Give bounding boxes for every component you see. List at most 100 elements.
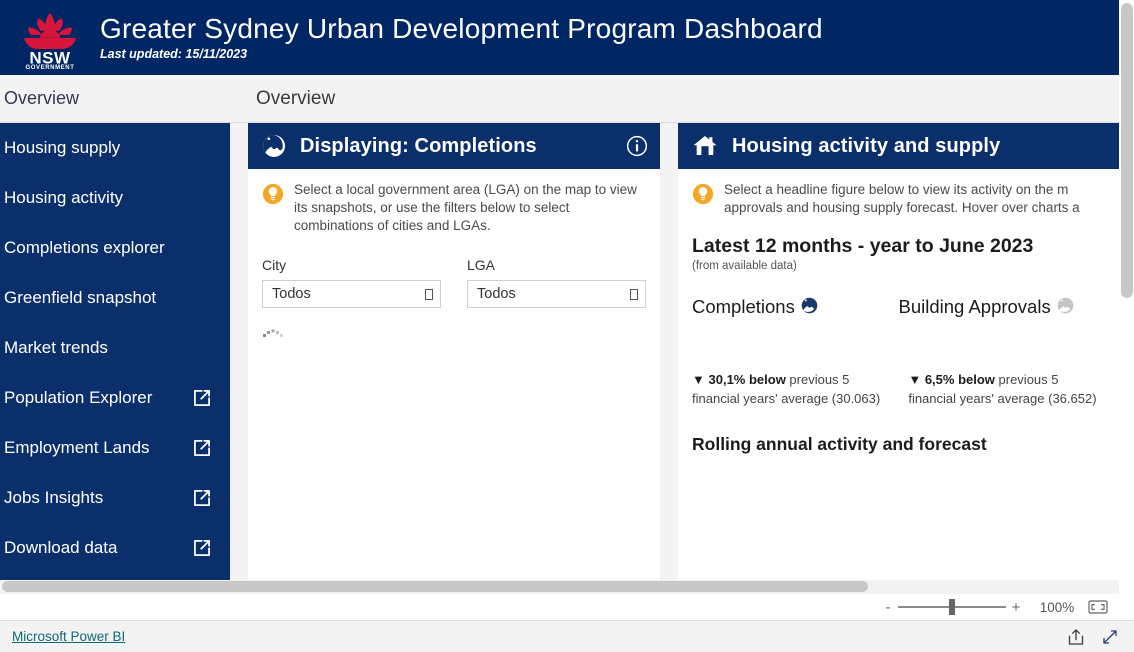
filter-lga: LGA Todos bbox=[467, 257, 646, 308]
displaying-completions-card: Displaying: Completions Select a local g… bbox=[248, 123, 660, 580]
sidebar-item-label: Market trends bbox=[4, 338, 108, 357]
breadcrumb: Overview bbox=[256, 75, 335, 122]
breadcrumb-bar: Overview Overview bbox=[0, 75, 1119, 123]
latest-period-heading: Latest 12 months - year to June 2023 bbox=[692, 235, 1034, 257]
sidebar-item-label: Housing supply bbox=[4, 138, 121, 157]
share-icon[interactable] bbox=[1066, 627, 1086, 647]
right-card-hint: Select a headline figure below to view i… bbox=[678, 169, 1119, 217]
page-title: Greater Sydney Urban Development Program… bbox=[100, 13, 823, 44]
fit-to-page-icon[interactable] bbox=[1088, 600, 1108, 614]
housing-activity-supply-card: Housing activity and supply Select a hea… bbox=[678, 123, 1119, 580]
sidebar-item-download-data[interactable]: Download data bbox=[0, 523, 230, 573]
current-page-title: Overview bbox=[256, 87, 336, 109]
right-card-title: Housing activity and supply bbox=[732, 134, 1001, 157]
external-link-icon[interactable] bbox=[192, 488, 212, 508]
delta-down-arrow-icon: ▼ bbox=[908, 372, 922, 387]
right-card-hint-text-wrap: Select a headline figure below to view i… bbox=[724, 181, 1080, 217]
sidebar-item-completions-explorer[interactable]: Completions explorer bbox=[0, 223, 230, 273]
breadcrumb-overview-tab[interactable]: Overview bbox=[0, 75, 230, 122]
nsw-government-logo: NSW GOVERNMENT bbox=[0, 0, 100, 75]
sidebar-item-housing-supply[interactable]: Housing supply bbox=[0, 123, 230, 173]
sidebar-item-label: Employment Lands bbox=[4, 438, 150, 457]
filter-city: City Todos bbox=[262, 257, 441, 308]
loading-spinner-icon bbox=[263, 329, 283, 337]
right-card-header: Housing activity and supply bbox=[678, 123, 1119, 169]
chevron-down-icon[interactable] bbox=[630, 288, 638, 300]
delta-value: 30,1% below bbox=[708, 372, 786, 387]
lightbulb-icon bbox=[692, 183, 714, 205]
filter-selected-value: Todos bbox=[272, 286, 311, 302]
header-title-block: Greater Sydney Urban Development Program… bbox=[100, 13, 823, 62]
left-card-header: Displaying: Completions bbox=[248, 123, 660, 169]
right-card-hint-line-1: Select a headline figure below to view i… bbox=[724, 182, 1069, 197]
last-updated-label: Last updated: 15/11/2023 bbox=[100, 47, 248, 61]
breadcrumb-overview-label: Overview bbox=[4, 88, 80, 108]
metric-title: Completions bbox=[692, 296, 795, 317]
globe-icon bbox=[263, 135, 285, 157]
zoom-slider-handle[interactable] bbox=[949, 599, 955, 615]
metric-completions[interactable]: Completions bbox=[692, 296, 899, 318]
latest-period-subheading: (from available data) bbox=[692, 260, 797, 272]
app-footer: Microsoft Power BI bbox=[0, 620, 1134, 652]
dashboard-root: NSW GOVERNMENT Greater Sydney Urban Deve… bbox=[0, 0, 1134, 652]
sidebar-item-label: Greenfield snapshot bbox=[4, 288, 157, 307]
filter-dropdown-lga[interactable]: Todos bbox=[467, 280, 646, 308]
metric-title-row: Completions bbox=[692, 296, 899, 318]
metric-title: Building Approvals bbox=[898, 296, 1051, 317]
metric-title-row: Building Approvals bbox=[899, 296, 1106, 318]
metric-delta-completions: ▼ 30,1% below previous 5 financial years… bbox=[692, 370, 898, 408]
app-header: NSW GOVERNMENT Greater Sydney Urban Deve… bbox=[0, 0, 1119, 75]
sidebar-item-label: Download data bbox=[4, 538, 118, 557]
horizontal-scrollbar-thumb[interactable] bbox=[2, 581, 868, 592]
sidebar-item-greenfield-snapshot[interactable]: Greenfield snapshot bbox=[0, 273, 230, 323]
headline-metrics: Completions Building Approvals bbox=[692, 296, 1105, 318]
chevron-down-icon[interactable] bbox=[425, 288, 433, 300]
report-canvas: Displaying: Completions Select a local g… bbox=[230, 123, 1119, 580]
delta-value: 6,5% below bbox=[924, 372, 995, 387]
rolling-activity-heading: Rolling annual activity and forecast bbox=[692, 434, 987, 454]
filter-dropdown-city[interactable]: Todos bbox=[262, 280, 441, 308]
globe-icon-inactive[interactable] bbox=[1057, 297, 1074, 314]
right-card-hint-line-2: approvals and housing supply forecast. H… bbox=[724, 200, 1080, 215]
sidebar-nav: Housing supply Housing activity Completion… bbox=[0, 123, 230, 580]
external-link-icon[interactable] bbox=[192, 388, 212, 408]
power-bi-link[interactable]: Microsoft Power BI bbox=[12, 629, 125, 644]
info-circle-icon[interactable] bbox=[626, 135, 648, 157]
left-card-hint-text: Select a local government area (LGA) on … bbox=[294, 182, 637, 233]
loading-spinner-wrap bbox=[248, 308, 660, 345]
filter-group: City Todos LGA Todos bbox=[248, 235, 660, 308]
sidebar-item-employment-lands[interactable]: Employment Lands bbox=[0, 423, 230, 473]
sidebar-item-label: Completions explorer bbox=[4, 238, 165, 257]
globe-icon-active[interactable] bbox=[801, 297, 818, 314]
svg-text:GOVERNMENT: GOVERNMENT bbox=[25, 65, 74, 69]
sidebar-item-housing-activity[interactable]: Housing activity bbox=[0, 173, 230, 223]
left-card-hint: Select a local government area (LGA) on … bbox=[248, 169, 660, 235]
filter-label: City bbox=[262, 257, 287, 273]
sidebar-item-population-explorer[interactable]: Population Explorer bbox=[0, 373, 230, 423]
lightbulb-icon bbox=[262, 183, 284, 205]
vertical-scrollbar[interactable] bbox=[1121, 3, 1133, 298]
delta-down-arrow-icon: ▼ bbox=[692, 372, 705, 387]
external-link-icon[interactable] bbox=[192, 438, 212, 458]
bottom-bar-left bbox=[0, 594, 880, 620]
sidebar-item-label: Jobs Insights bbox=[4, 488, 104, 507]
left-card-title: Displaying: Completions bbox=[300, 134, 537, 157]
zoom-in-button[interactable]: + bbox=[1008, 600, 1024, 615]
sidebar-item-label: Population Explorer bbox=[4, 388, 153, 407]
headline-deltas: ▼ 30,1% below previous 5 financial years… bbox=[692, 370, 1105, 408]
metric-delta-building-approvals: ▼ 6,5% below previous 5 financial years'… bbox=[898, 370, 1105, 408]
sidebar-item-jobs-insights[interactable]: Jobs Insights bbox=[0, 473, 230, 523]
zoom-slider[interactable] bbox=[898, 599, 1006, 615]
zoom-out-button[interactable]: - bbox=[880, 600, 896, 615]
external-link-icon[interactable] bbox=[192, 538, 212, 558]
sidebar-item-label: Housing activity bbox=[4, 188, 124, 207]
filter-label: LGA bbox=[467, 257, 496, 273]
zoom-control-bar: - + 100% bbox=[880, 594, 1134, 620]
house-icon bbox=[693, 136, 717, 155]
fullscreen-icon[interactable] bbox=[1100, 627, 1120, 647]
nsw-waratah-logo: NSW GOVERNMENT bbox=[24, 12, 76, 69]
metric-building-approvals[interactable]: Building Approvals bbox=[899, 296, 1106, 318]
filter-selected-value: Todos bbox=[477, 286, 516, 302]
right-card-body: Latest 12 months - year to June 2023 (fr… bbox=[678, 235, 1119, 455]
sidebar-item-market-trends[interactable]: Market trends bbox=[0, 323, 230, 373]
